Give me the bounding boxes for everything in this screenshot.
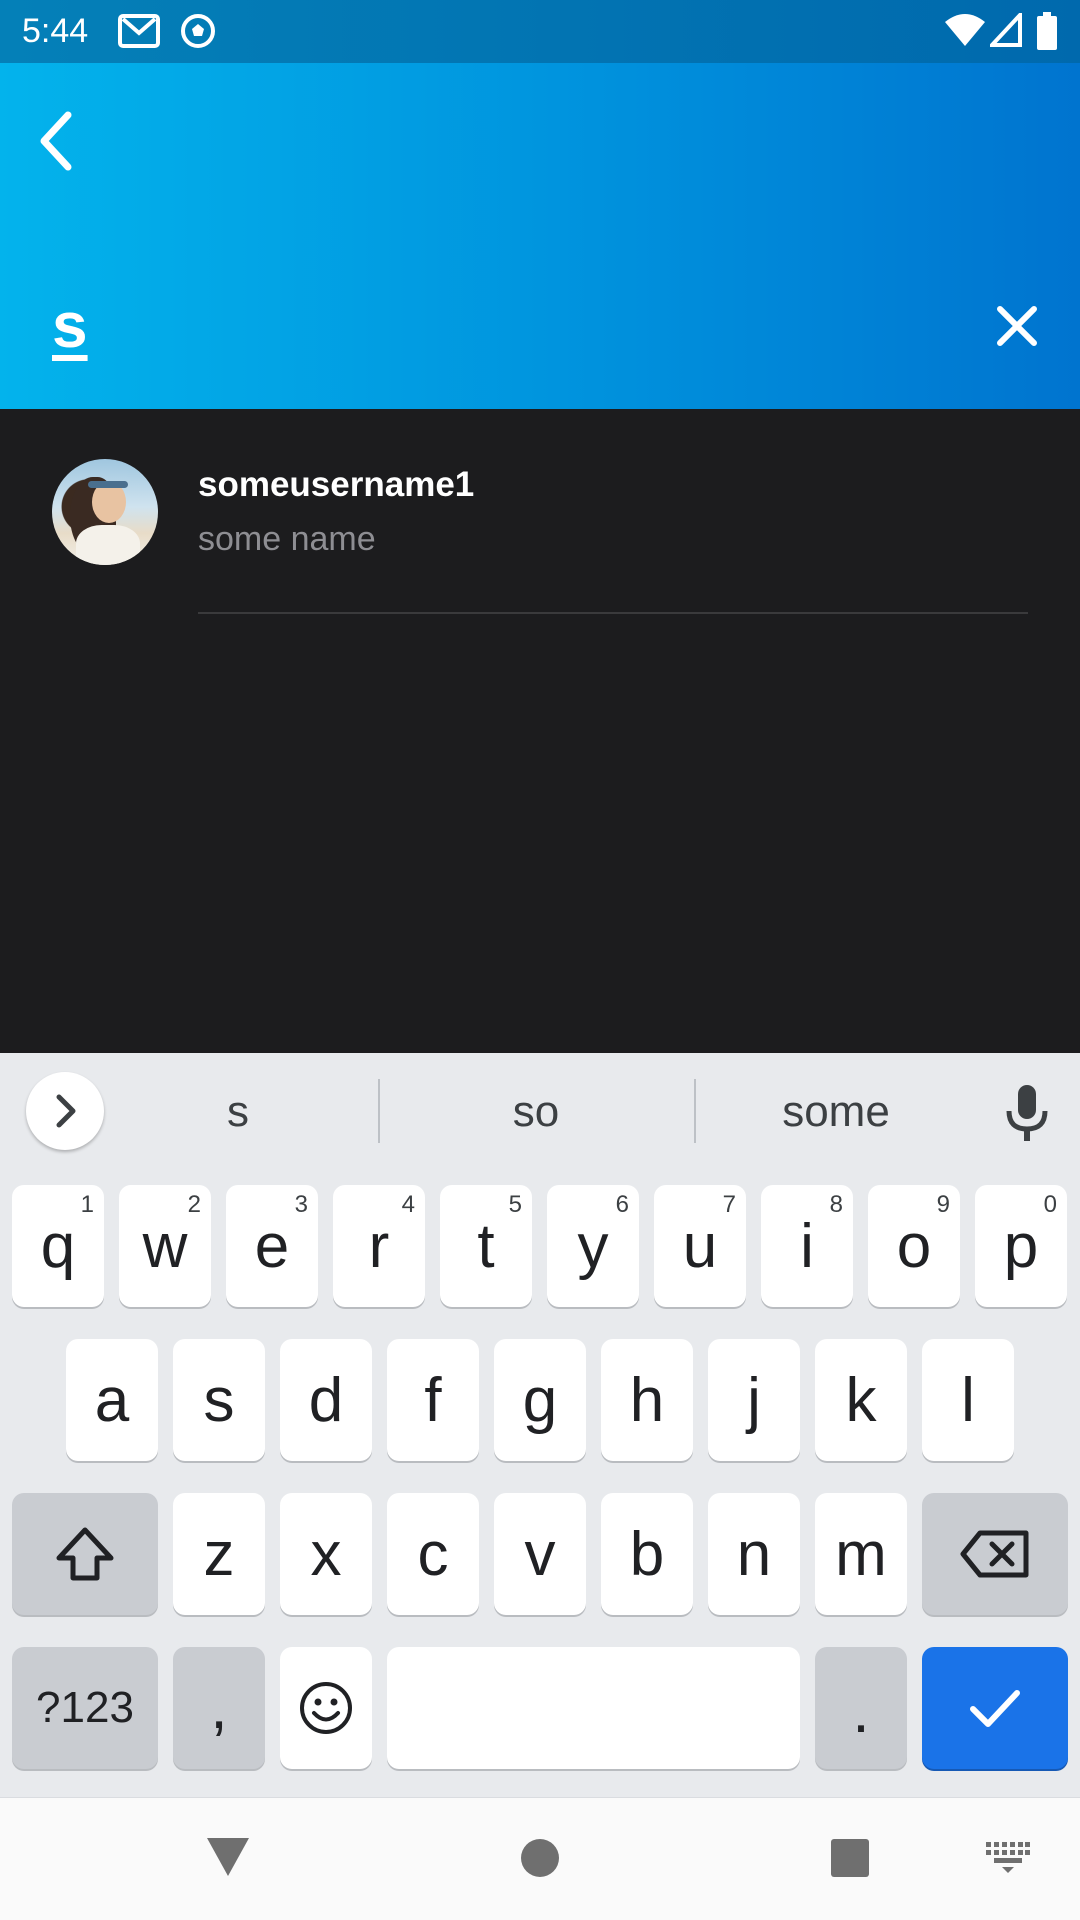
- home-circle-icon[interactable]: [520, 1838, 560, 1883]
- space-key[interactable]: [387, 1647, 800, 1769]
- key-a[interactable]: a: [66, 1339, 158, 1461]
- backspace-key[interactable]: [922, 1493, 1068, 1615]
- period-key[interactable]: .: [815, 1647, 907, 1769]
- key-f[interactable]: f: [387, 1339, 479, 1461]
- suggestion-2[interactable]: so: [386, 1087, 686, 1137]
- key-j[interactable]: j: [708, 1339, 800, 1461]
- key-w[interactable]: 2w: [119, 1185, 211, 1307]
- wifi-icon: [944, 13, 986, 52]
- gmail-icon: [118, 13, 160, 54]
- enter-key[interactable]: [922, 1647, 1068, 1769]
- result-username: someusername1: [198, 465, 475, 504]
- back-button[interactable]: [30, 103, 86, 179]
- back-triangle-icon[interactable]: [205, 1836, 251, 1883]
- user-result-row[interactable]: someusername1 some name: [0, 409, 1080, 614]
- key-y[interactable]: 6y: [547, 1185, 639, 1307]
- keyboard-switch-icon[interactable]: [986, 1842, 1030, 1879]
- backspace-icon: [960, 1530, 1029, 1578]
- system-nav-bar: [0, 1797, 1080, 1920]
- symbols-key[interactable]: ?123: [12, 1647, 158, 1769]
- key-c[interactable]: c: [387, 1493, 479, 1615]
- key-d[interactable]: d: [280, 1339, 372, 1461]
- suggestion-separator: [378, 1079, 380, 1143]
- signal-icon: [987, 9, 1022, 52]
- soccer-ball-icon: [180, 13, 216, 54]
- shift-key[interactable]: [12, 1493, 158, 1615]
- clear-search-button[interactable]: [990, 299, 1044, 353]
- key-p[interactable]: 0p: [975, 1185, 1067, 1307]
- key-x[interactable]: x: [280, 1493, 372, 1615]
- emoji-icon: [300, 1682, 352, 1734]
- suggestion-strip: s so some: [0, 1053, 1080, 1169]
- close-icon: [997, 306, 1037, 346]
- key-e[interactable]: 3e: [226, 1185, 318, 1307]
- search-input[interactable]: s: [52, 288, 88, 362]
- key-r[interactable]: 4r: [333, 1185, 425, 1307]
- key-v[interactable]: v: [494, 1493, 586, 1615]
- key-g[interactable]: g: [494, 1339, 586, 1461]
- microphone-icon: [1006, 1085, 1048, 1141]
- recents-square-icon[interactable]: [830, 1838, 870, 1883]
- status-time: 5:44: [22, 12, 89, 50]
- key-u[interactable]: 7u: [654, 1185, 746, 1307]
- key-m[interactable]: m: [815, 1493, 907, 1615]
- search-header: s: [0, 63, 1080, 409]
- key-l[interactable]: l: [922, 1339, 1014, 1461]
- battery-icon: [1036, 12, 1058, 55]
- key-q[interactable]: 1q: [12, 1185, 104, 1307]
- suggestion-3[interactable]: some: [686, 1087, 986, 1137]
- key-b[interactable]: b: [601, 1493, 693, 1615]
- result-fullname: some name: [198, 520, 376, 558]
- key-s[interactable]: s: [173, 1339, 265, 1461]
- key-h[interactable]: h: [601, 1339, 693, 1461]
- checkmark-icon: [970, 1690, 1020, 1727]
- emoji-key[interactable]: [280, 1647, 372, 1769]
- chevron-left-icon: [40, 111, 72, 171]
- comma-key[interactable]: ,: [173, 1647, 265, 1769]
- key-t[interactable]: 5t: [440, 1185, 532, 1307]
- key-i[interactable]: 8i: [761, 1185, 853, 1307]
- shift-icon: [56, 1527, 114, 1581]
- search-results: someusername1 some name: [0, 409, 1080, 1053]
- avatar: [52, 459, 158, 565]
- divider: [198, 612, 1028, 614]
- voice-input-button[interactable]: [1004, 1083, 1050, 1143]
- status-bar: 5:44: [0, 0, 1080, 63]
- key-k[interactable]: k: [815, 1339, 907, 1461]
- key-n[interactable]: n: [708, 1493, 800, 1615]
- soft-keyboard: s so some 1q 2w 3e 4r 5t 6y 7u 8i 9o 0p …: [0, 1053, 1080, 1797]
- key-o[interactable]: 9o: [868, 1185, 960, 1307]
- key-z[interactable]: z: [173, 1493, 265, 1615]
- suggestion-1[interactable]: s: [88, 1087, 388, 1137]
